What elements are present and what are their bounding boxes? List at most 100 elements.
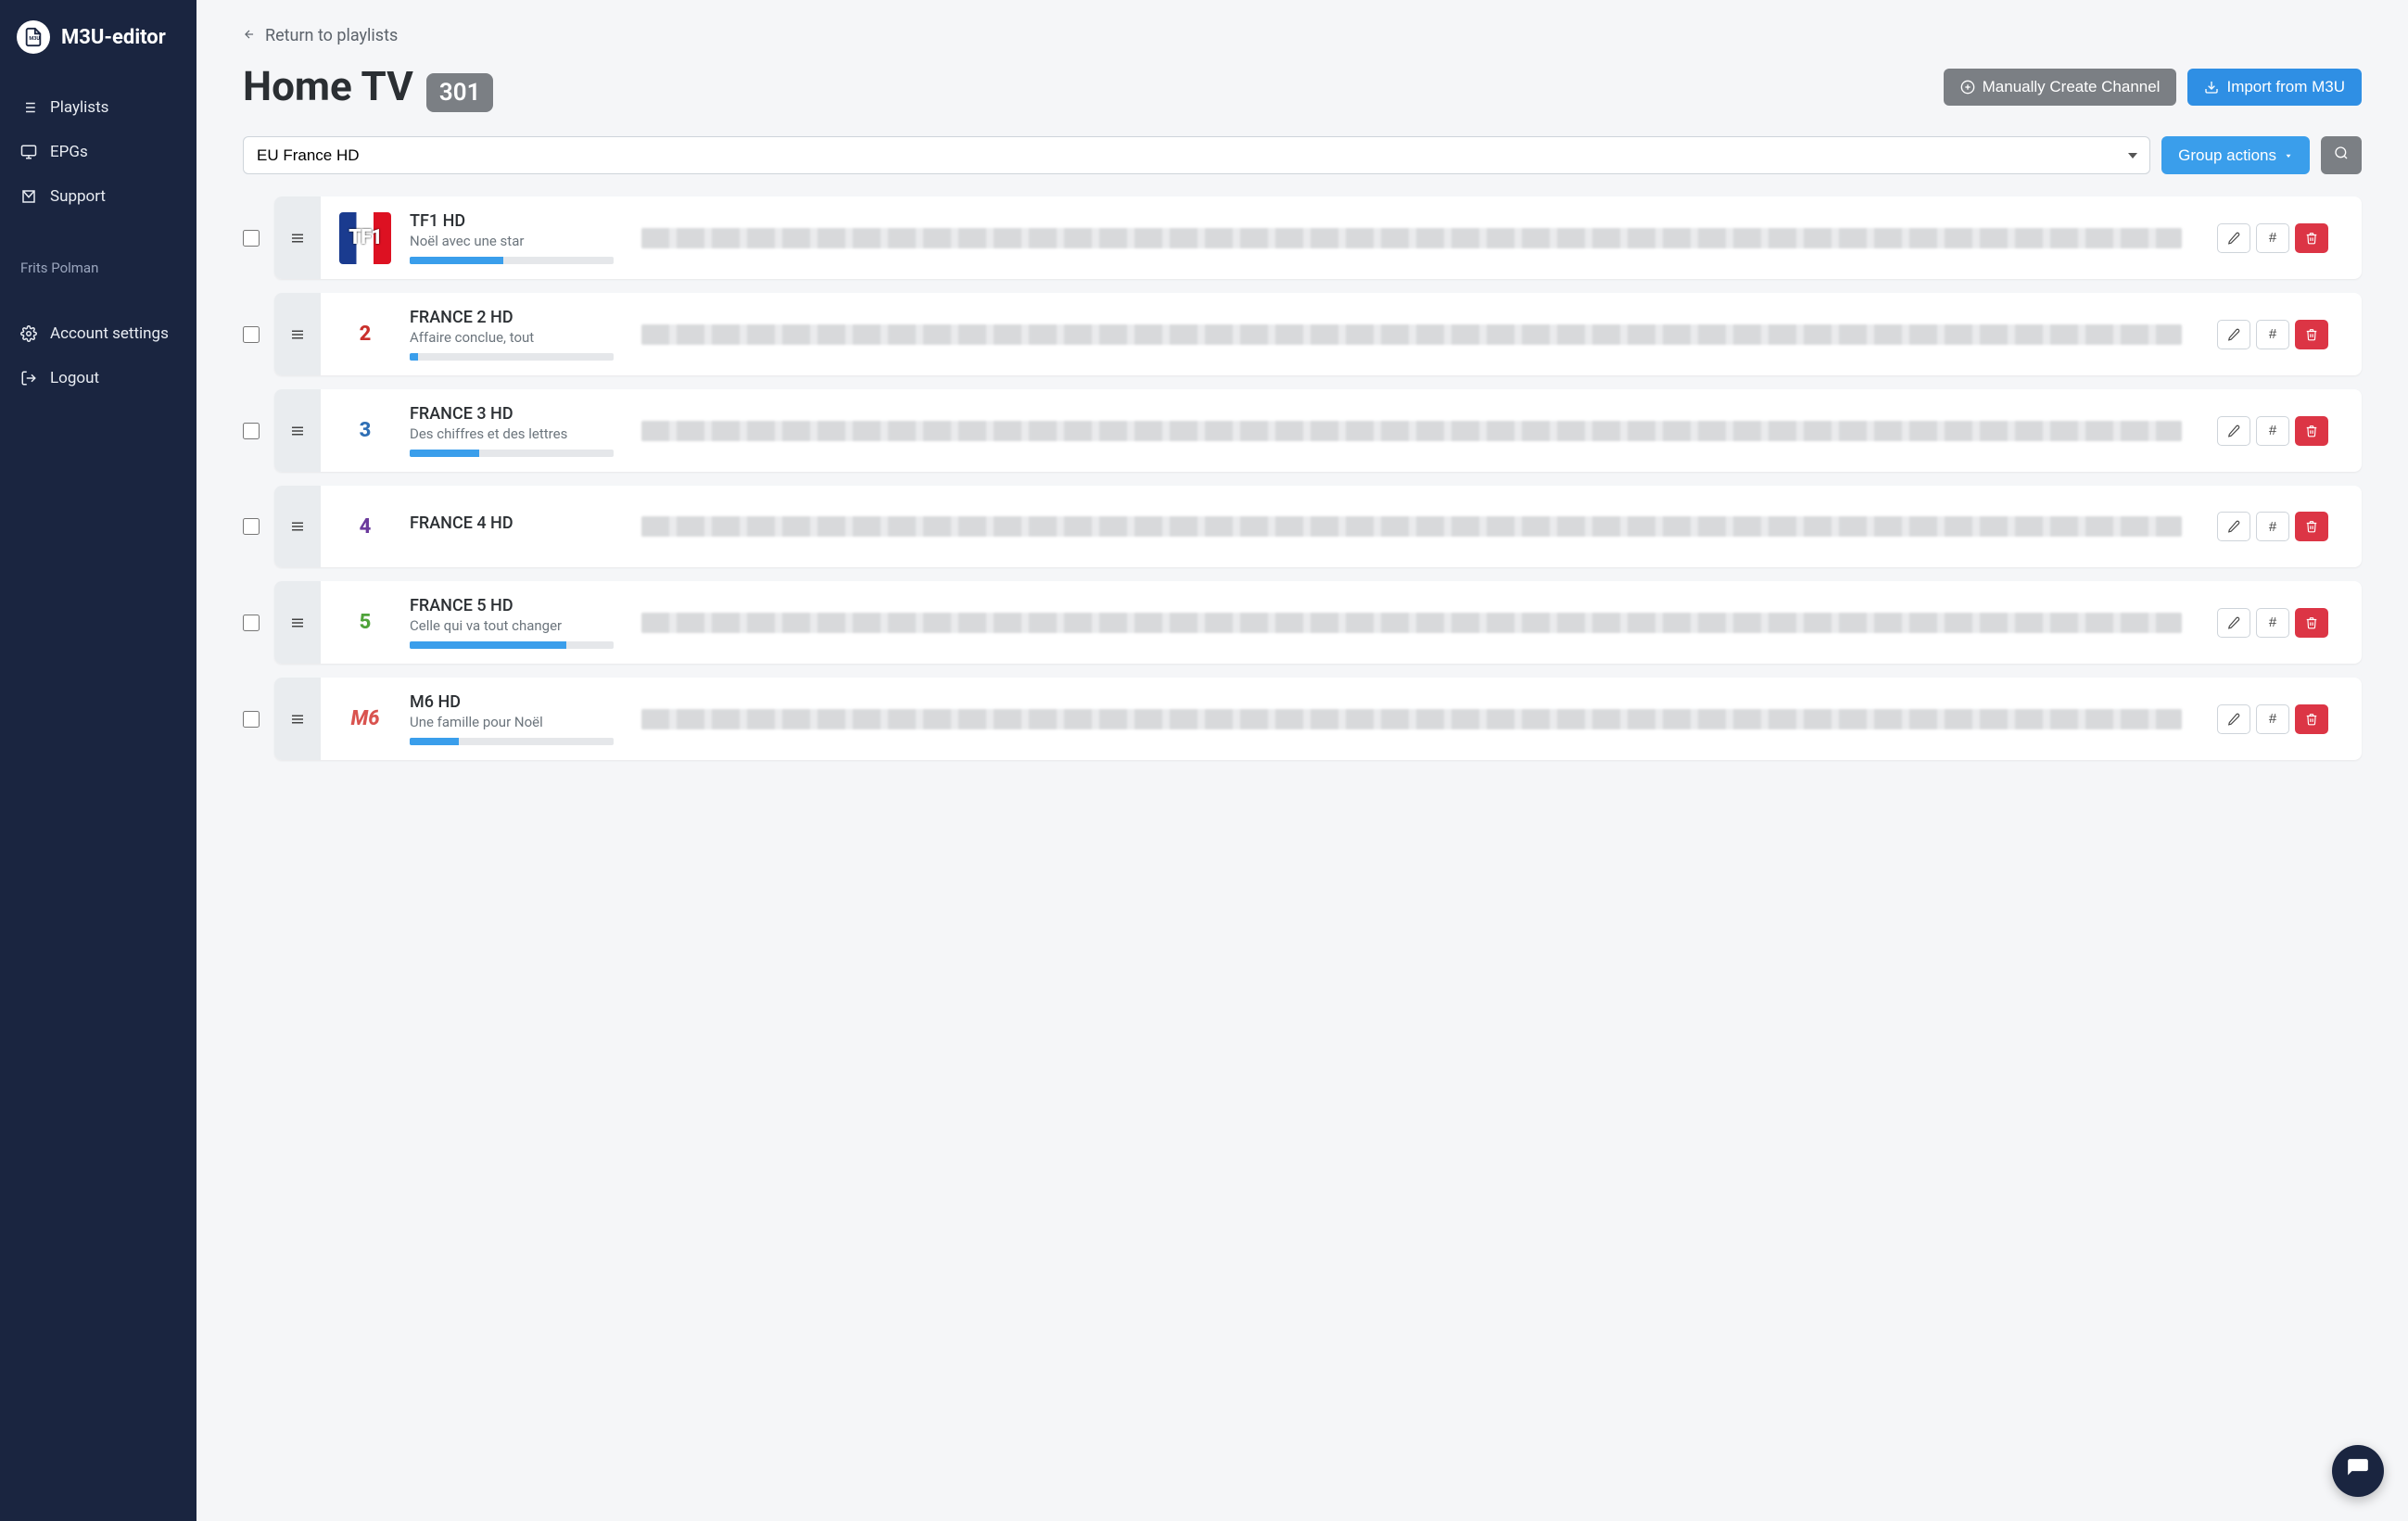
- chat-widget-button[interactable]: [2332, 1445, 2384, 1497]
- user-section: Frits Polman: [0, 260, 196, 302]
- gear-icon: [20, 325, 37, 342]
- channel-card-body: TF1 TF1 HD Noël avec une star #: [321, 196, 2362, 279]
- channel-progress: [410, 738, 614, 745]
- channel-card: 2 FRANCE 2 HD Affaire conclue, tout #: [274, 293, 2362, 375]
- channel-info: FRANCE 5 HD Celle qui va tout changer: [410, 596, 623, 649]
- channel-card: 3 FRANCE 3 HD Des chiffres et des lettre…: [274, 389, 2362, 472]
- channel-info: M6 HD Une famille pour Noël: [410, 692, 623, 745]
- manually-create-channel-button[interactable]: Manually Create Channel: [1944, 69, 2177, 106]
- channel-card: 5 FRANCE 5 HD Celle qui va tout changer …: [274, 581, 2362, 664]
- channel-info: TF1 HD Noël avec une star: [410, 211, 623, 264]
- channel-card-body: 5 FRANCE 5 HD Celle qui va tout changer …: [321, 581, 2362, 664]
- channel-row: 5 FRANCE 5 HD Celle qui va tout changer …: [243, 581, 2362, 664]
- channel-number-button[interactable]: #: [2256, 416, 2289, 446]
- drag-handle[interactable]: [274, 389, 321, 472]
- channel-subtitle: Une famille pour Noël: [410, 714, 623, 730]
- edit-channel-button[interactable]: [2217, 320, 2250, 349]
- channel-card-body: 4 FRANCE 4 HD #: [321, 486, 2362, 567]
- sidebar-item-playlists[interactable]: Playlists: [0, 85, 196, 130]
- channel-select-checkbox[interactable]: [243, 711, 260, 728]
- plus-circle-icon: [1960, 80, 1975, 95]
- channel-number-button[interactable]: #: [2256, 320, 2289, 349]
- channel-progress: [410, 353, 614, 361]
- sidebar-item-account-settings[interactable]: Account settings: [0, 311, 196, 356]
- channel-row: M6 M6 HD Une famille pour Noël #: [243, 678, 2362, 760]
- delete-channel-button[interactable]: [2295, 608, 2328, 638]
- delete-channel-button[interactable]: [2295, 512, 2328, 541]
- download-icon: [2204, 80, 2219, 95]
- logout-icon: [20, 370, 37, 387]
- search-icon: [2334, 146, 2349, 165]
- edit-channel-button[interactable]: [2217, 223, 2250, 253]
- edit-channel-button[interactable]: [2217, 512, 2250, 541]
- main-content: Return to playlists Home TV 301 Manually…: [196, 0, 2408, 1521]
- channel-select-checkbox[interactable]: [243, 423, 260, 439]
- row-select-wrap: [243, 678, 263, 760]
- channel-progress: [410, 257, 614, 264]
- drag-handle[interactable]: [274, 678, 321, 760]
- channel-url-blurred: [641, 613, 2182, 633]
- channel-progress: [410, 641, 614, 649]
- channel-actions: #: [2217, 223, 2343, 253]
- drag-handle[interactable]: [274, 196, 321, 279]
- edit-channel-button[interactable]: [2217, 704, 2250, 734]
- channel-card: 4 FRANCE 4 HD #: [274, 486, 2362, 567]
- drag-handle[interactable]: [274, 486, 321, 567]
- channel-actions: #: [2217, 512, 2343, 541]
- import-from-m3u-button[interactable]: Import from M3U: [2187, 69, 2362, 106]
- edit-channel-button[interactable]: [2217, 416, 2250, 446]
- channel-name: FRANCE 3 HD: [410, 404, 623, 424]
- channel-actions: #: [2217, 416, 2343, 446]
- channel-subtitle: Celle qui va tout changer: [410, 617, 623, 634]
- channel-name: FRANCE 5 HD: [410, 596, 623, 615]
- channel-row: 3 FRANCE 3 HD Des chiffres et des lettre…: [243, 389, 2362, 472]
- channel-select-checkbox[interactable]: [243, 326, 260, 343]
- drag-handle[interactable]: [274, 581, 321, 664]
- delete-channel-button[interactable]: [2295, 416, 2328, 446]
- channel-select-checkbox[interactable]: [243, 230, 260, 247]
- sidebar-item-label: Support: [50, 187, 106, 206]
- sidebar-item-support[interactable]: Support: [0, 174, 196, 219]
- channel-name: TF1 HD: [410, 211, 623, 231]
- delete-channel-button[interactable]: [2295, 704, 2328, 734]
- channel-select-checkbox[interactable]: [243, 615, 260, 631]
- group-filter-select[interactable]: EU France HD: [243, 136, 2150, 174]
- drag-handle[interactable]: [274, 293, 321, 375]
- channel-url-blurred: [641, 421, 2182, 441]
- channel-number-button[interactable]: #: [2256, 223, 2289, 253]
- channel-number-button[interactable]: #: [2256, 704, 2289, 734]
- search-button[interactable]: [2321, 136, 2362, 174]
- channel-name: FRANCE 4 HD: [410, 513, 623, 533]
- channel-logo: TF1: [339, 212, 391, 264]
- sidebar-item-logout[interactable]: Logout: [0, 356, 196, 400]
- channel-row: 4 FRANCE 4 HD #: [243, 486, 2362, 567]
- channel-logo: 3: [339, 405, 391, 457]
- channel-logo: 5: [339, 597, 391, 649]
- channel-logo: 2: [339, 309, 391, 361]
- channel-info: FRANCE 2 HD Affaire conclue, tout: [410, 308, 623, 361]
- channel-list: TF1 TF1 HD Noël avec une star #: [243, 196, 2362, 760]
- channel-url-blurred: [641, 709, 2182, 729]
- channel-card-body: M6 M6 HD Une famille pour Noël #: [321, 678, 2362, 760]
- channel-card: TF1 TF1 HD Noël avec une star #: [274, 196, 2362, 279]
- channel-row: TF1 TF1 HD Noël avec une star #: [243, 196, 2362, 279]
- channel-select-checkbox[interactable]: [243, 518, 260, 535]
- channel-info: FRANCE 3 HD Des chiffres et des lettres: [410, 404, 623, 457]
- channel-url-blurred: [641, 324, 2182, 345]
- sidebar-item-label: Logout: [50, 369, 99, 387]
- channel-number-button[interactable]: #: [2256, 512, 2289, 541]
- channel-number-button[interactable]: #: [2256, 608, 2289, 638]
- group-filter-select-wrap: EU France HD: [243, 136, 2150, 174]
- arrow-left-icon: [243, 26, 256, 45]
- channel-row: 2 FRANCE 2 HD Affaire conclue, tout #: [243, 293, 2362, 375]
- group-actions-button[interactable]: Group actions: [2161, 136, 2310, 174]
- channel-actions: #: [2217, 320, 2343, 349]
- sidebar-item-epgs[interactable]: EPGs: [0, 130, 196, 174]
- edit-channel-button[interactable]: [2217, 608, 2250, 638]
- channel-subtitle: Affaire conclue, tout: [410, 329, 623, 346]
- delete-channel-button[interactable]: [2295, 223, 2328, 253]
- caret-down-icon: [2284, 146, 2293, 165]
- delete-channel-button[interactable]: [2295, 320, 2328, 349]
- channel-info: FRANCE 4 HD: [410, 513, 623, 540]
- return-to-playlists-link[interactable]: Return to playlists: [243, 26, 398, 45]
